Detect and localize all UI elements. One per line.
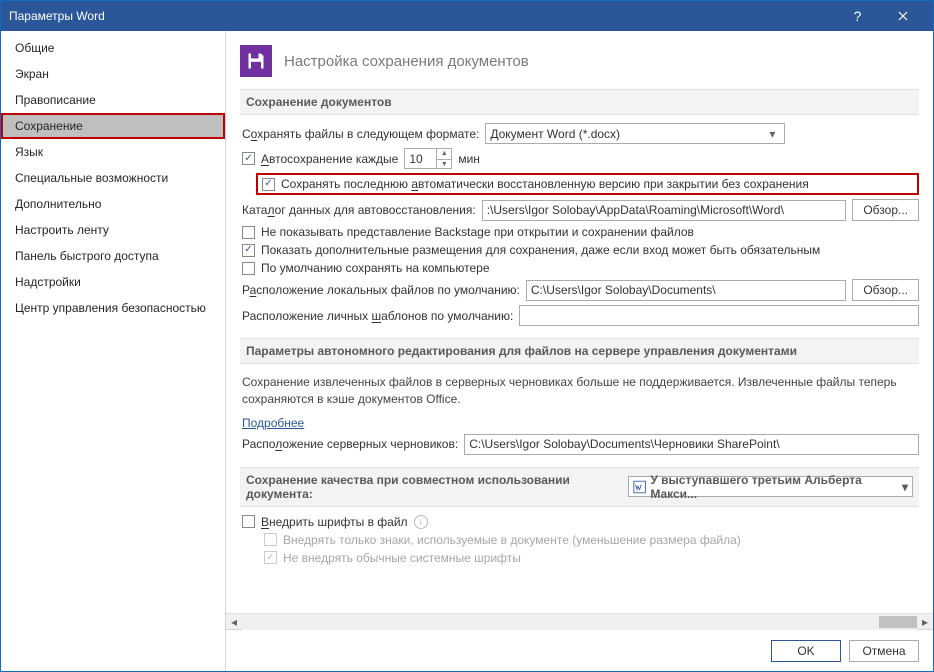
autorec-browse-button[interactable]: Обзор...	[852, 199, 919, 221]
embed-only-used-label: Внедрять только знаки, используемые в до…	[283, 533, 741, 547]
embed-fonts-label: Внедрить шрифты в файл	[261, 515, 408, 529]
embed-fonts-checkbox[interactable]	[242, 515, 255, 528]
chevron-down-icon: ▾	[902, 480, 908, 494]
section-preserve-fidelity: Сохранение качества при совместном испол…	[240, 467, 919, 507]
main-panel: Настройка сохранения документов Сохранен…	[226, 31, 933, 671]
sidebar-item-trust-center[interactable]: Центр управления безопасностью	[1, 295, 225, 321]
sidebar-item-accessibility[interactable]: Специальные возможности	[1, 165, 225, 191]
horizontal-scrollbar[interactable]: ◂ ▸	[226, 613, 933, 629]
learn-more-link[interactable]: Подробнее	[242, 416, 304, 430]
info-icon[interactable]: i	[414, 515, 428, 529]
autosave-label: Автосохранение каждые	[261, 152, 398, 166]
no-system-fonts-checkbox	[264, 551, 277, 564]
document-picker[interactable]: У выступавшего третьим Альберта Макси...…	[628, 476, 913, 497]
save-computer-default-checkbox[interactable]	[242, 262, 255, 275]
scroll-track[interactable]	[242, 614, 917, 630]
window-title: Параметры Word	[9, 9, 835, 23]
extra-locations-checkbox[interactable]	[242, 244, 255, 257]
save-icon	[240, 45, 272, 77]
document-picker-value: У выступавшего третьим Альберта Макси...	[650, 473, 898, 501]
help-button[interactable]: ?	[835, 1, 880, 31]
save-computer-default-label: По умолчанию сохранять на компьютере	[261, 261, 490, 275]
file-format-value: Документ Word (*.docx)	[490, 127, 620, 141]
server-drafts-label: Расположение серверных черновиков:	[242, 437, 458, 451]
scroll-right-icon[interactable]: ▸	[917, 614, 933, 630]
spin-up-icon[interactable]: ▲	[436, 149, 451, 159]
server-drafts-input[interactable]: C:\Users\Igor Solobay\Documents\Черновик…	[464, 434, 919, 455]
keep-autorecover-highlight: Сохранять последнюю автоматически восста…	[256, 173, 919, 195]
no-backstage-label: Не показывать представление Backstage пр…	[261, 225, 694, 239]
dialog-footer: OK Отмена	[226, 629, 933, 671]
section-offline-editing: Параметры автономного редактирования для…	[240, 338, 919, 364]
autosave-minutes-spinner[interactable]: 10 ▲▼	[404, 148, 452, 169]
file-format-label: Сохранять файлы в следующем формате:	[242, 127, 479, 141]
scroll-thumb[interactable]	[879, 616, 917, 628]
sidebar-item-quick-access[interactable]: Панель быстрого доступа	[1, 243, 225, 269]
default-location-label: Расположение локальных файлов по умолчан…	[242, 283, 520, 297]
sidebar-item-display[interactable]: Экран	[1, 61, 225, 87]
options-dialog: Параметры Word ? Общие Экран Правописани…	[0, 0, 934, 672]
scroll-left-icon[interactable]: ◂	[226, 614, 242, 630]
page-title: Настройка сохранения документов	[284, 53, 529, 70]
embed-only-used-checkbox	[264, 533, 277, 546]
close-button[interactable]	[880, 1, 925, 31]
no-system-fonts-label: Не внедрять обычные системные шрифты	[283, 551, 521, 565]
chevron-down-icon: ▾	[764, 126, 780, 142]
cancel-button[interactable]: Отмена	[849, 640, 919, 662]
titlebar: Параметры Word ?	[1, 1, 933, 31]
sidebar-item-language[interactable]: Язык	[1, 139, 225, 165]
no-backstage-checkbox[interactable]	[242, 226, 255, 239]
sidebar-item-proofing[interactable]: Правописание	[1, 87, 225, 113]
section-save-docs: Сохранение документов	[240, 89, 919, 115]
default-location-browse-button[interactable]: Обзор...	[852, 279, 919, 301]
sidebar-item-save[interactable]: Сохранение	[1, 113, 225, 139]
autosave-checkbox[interactable]	[242, 152, 255, 165]
templates-location-input[interactable]	[519, 305, 919, 326]
templates-location-label: Расположение личных шаблонов по умолчани…	[242, 309, 513, 323]
autorec-path-input[interactable]: :\Users\Igor Solobay\AppData\Roaming\Mic…	[482, 200, 847, 221]
keep-autorecover-label: Сохранять последнюю автоматически восста…	[281, 177, 809, 191]
default-location-input[interactable]: C:\Users\Igor Solobay\Documents\	[526, 280, 846, 301]
word-doc-icon	[633, 480, 646, 494]
sidebar-item-general[interactable]: Общие	[1, 35, 225, 61]
page-header: Настройка сохранения документов	[240, 41, 919, 89]
category-sidebar: Общие Экран Правописание Сохранение Язык…	[1, 31, 226, 671]
file-format-select[interactable]: Документ Word (*.docx) ▾	[485, 123, 785, 144]
sidebar-item-customize-ribbon[interactable]: Настроить ленту	[1, 217, 225, 243]
keep-autorecover-checkbox[interactable]	[262, 178, 275, 191]
sidebar-item-addins[interactable]: Надстройки	[1, 269, 225, 295]
sidebar-item-advanced[interactable]: Дополнительно	[1, 191, 225, 217]
autorec-path-label: Каталог данных для автовосстановления:	[242, 203, 476, 217]
autosave-minutes-value: 10	[405, 152, 436, 166]
spin-down-icon[interactable]: ▼	[436, 159, 451, 169]
extra-locations-label: Показать дополнительные размещения для с…	[261, 243, 820, 257]
autosave-unit-label: мин	[458, 152, 480, 166]
offline-note: Сохранение извлеченных файлов в серверны…	[240, 372, 919, 412]
ok-button[interactable]: OK	[771, 640, 841, 662]
